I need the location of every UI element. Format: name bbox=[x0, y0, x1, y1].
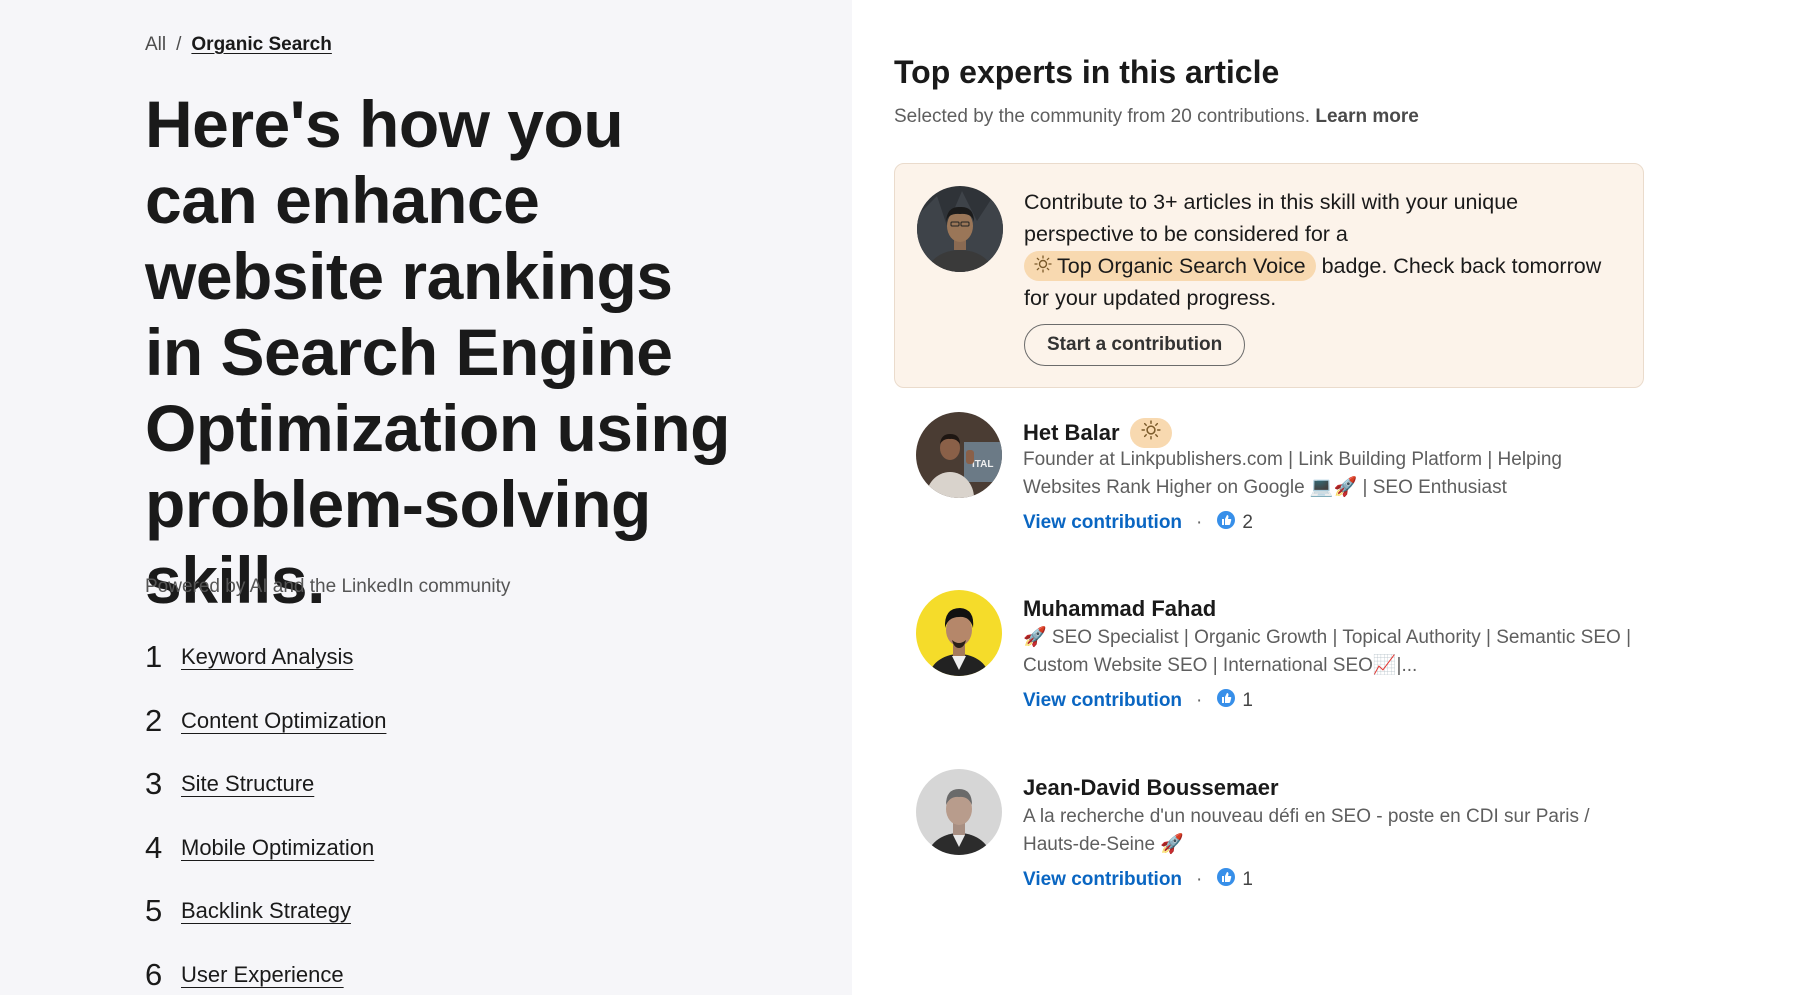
separator-dot: · bbox=[1196, 869, 1203, 890]
toc-number: 1 bbox=[145, 639, 163, 674]
avatar[interactable]: ITAL bbox=[916, 412, 1002, 498]
lightbulb-icon bbox=[1140, 420, 1161, 446]
likes-count[interactable]: 1 bbox=[1216, 688, 1253, 714]
toc-link-mobile-optimization[interactable]: Mobile Optimization bbox=[181, 831, 374, 865]
article-pane: All / Organic Search Here's how you can … bbox=[0, 0, 852, 995]
like-icon bbox=[1216, 867, 1236, 893]
table-of-contents: 1 Keyword Analysis 2 Content Optimizatio… bbox=[145, 640, 386, 995]
separator-dot: · bbox=[1196, 512, 1203, 533]
toc-link-keyword-analysis[interactable]: Keyword Analysis bbox=[181, 640, 353, 674]
promo-text-before: Contribute to 3+ articles in this skill … bbox=[1024, 190, 1519, 246]
toc-link-site-structure[interactable]: Site Structure bbox=[181, 767, 314, 801]
breadcrumb: All / Organic Search bbox=[145, 34, 332, 56]
badge-label: Top Organic Search Voice bbox=[1057, 254, 1306, 278]
toc-item: 1 Keyword Analysis bbox=[145, 640, 386, 704]
toc-number: 2 bbox=[145, 702, 163, 738]
expert-name: Jean-David Boussemaer bbox=[1023, 775, 1279, 801]
toc-link-backlink-strategy[interactable]: Backlink Strategy bbox=[181, 894, 351, 928]
expert-name: Muhammad Fahad bbox=[1023, 596, 1216, 622]
toc-link-user-experience[interactable]: User Experience bbox=[181, 958, 344, 992]
article-title: Here's how you can enhance website ranki… bbox=[145, 87, 730, 617]
experts-panel-subtitle: Selected by the community from 20 contri… bbox=[894, 106, 1419, 128]
toc-item: 6 User Experience bbox=[145, 956, 386, 995]
toc-number: 3 bbox=[145, 766, 163, 801]
likes-count[interactable]: 2 bbox=[1216, 510, 1253, 536]
expert-headline: 🚀 SEO Specialist | Organic Growth | Topi… bbox=[1023, 627, 1632, 676]
avatar[interactable] bbox=[916, 590, 1002, 676]
breadcrumb-root[interactable]: All bbox=[145, 34, 166, 56]
view-contribution-link[interactable]: View contribution bbox=[1023, 690, 1182, 712]
expert-actions: View contribution · 2 bbox=[1023, 510, 1253, 536]
view-contribution-link[interactable]: View contribution bbox=[1023, 512, 1182, 534]
expert-actions: View contribution · 1 bbox=[1023, 688, 1253, 714]
contribution-promo-card: Contribute to 3+ articles in this skill … bbox=[894, 163, 1644, 388]
toc-number: 5 bbox=[145, 893, 163, 928]
learn-more-link[interactable]: Learn more bbox=[1315, 106, 1418, 127]
expert-actions: View contribution · 1 bbox=[1023, 867, 1253, 893]
expert-card: Jean-David Boussemaer A la recherche d'u… bbox=[894, 769, 1654, 899]
toc-link-content-optimization[interactable]: Content Optimization bbox=[181, 704, 386, 738]
experts-subtitle-text: Selected by the community from 20 contri… bbox=[894, 106, 1311, 127]
expert-name-text[interactable]: Het Balar bbox=[1023, 420, 1120, 446]
likes-number: 2 bbox=[1242, 512, 1253, 533]
likes-number: 1 bbox=[1242, 690, 1253, 711]
start-contribution-button[interactable]: Start a contribution bbox=[1024, 324, 1246, 366]
toc-item: 5 Backlink Strategy bbox=[145, 894, 386, 958]
expert-name: Het Balar bbox=[1023, 418, 1172, 448]
like-icon bbox=[1216, 510, 1236, 536]
top-voice-badge bbox=[1129, 418, 1172, 448]
toc-number: 4 bbox=[145, 829, 163, 865]
avatar[interactable] bbox=[916, 769, 1002, 855]
expert-card: Muhammad Fahad 🚀 SEO Specialist | Organi… bbox=[894, 590, 1654, 720]
toc-item: 3 Site Structure bbox=[145, 767, 386, 831]
expert-name-text[interactable]: Jean-David Boussemaer bbox=[1023, 775, 1279, 801]
separator-dot: · bbox=[1196, 690, 1203, 711]
toc-number: 6 bbox=[145, 956, 163, 992]
toc-item: 4 Mobile Optimization bbox=[145, 829, 386, 895]
promo-text: Contribute to 3+ articles in this skill … bbox=[1024, 186, 1624, 314]
expert-card: ITAL Het Balar Founder at Linkpublishers… bbox=[894, 412, 1654, 542]
svg-text:ITAL: ITAL bbox=[972, 459, 993, 470]
likes-count[interactable]: 1 bbox=[1216, 867, 1253, 893]
breadcrumb-current[interactable]: Organic Search bbox=[191, 34, 331, 56]
powered-by-text: Powered by AI and the LinkedIn community bbox=[145, 576, 511, 597]
expert-headline: Founder at Linkpublishers.com | Link Bui… bbox=[1023, 449, 1562, 498]
lightbulb-icon bbox=[1034, 251, 1052, 281]
avatar bbox=[917, 186, 1003, 272]
like-icon bbox=[1216, 688, 1236, 714]
view-contribution-link[interactable]: View contribution bbox=[1023, 869, 1182, 891]
likes-number: 1 bbox=[1242, 869, 1253, 890]
toc-item: 2 Content Optimization bbox=[145, 702, 386, 768]
breadcrumb-separator: / bbox=[176, 34, 182, 55]
experts-panel-title: Top experts in this article bbox=[894, 54, 1280, 90]
expert-name-text[interactable]: Muhammad Fahad bbox=[1023, 596, 1216, 622]
expert-headline: A la recherche d'un nouveau défi en SEO … bbox=[1023, 806, 1590, 855]
top-voice-badge: Top Organic Search Voice bbox=[1024, 251, 1316, 281]
